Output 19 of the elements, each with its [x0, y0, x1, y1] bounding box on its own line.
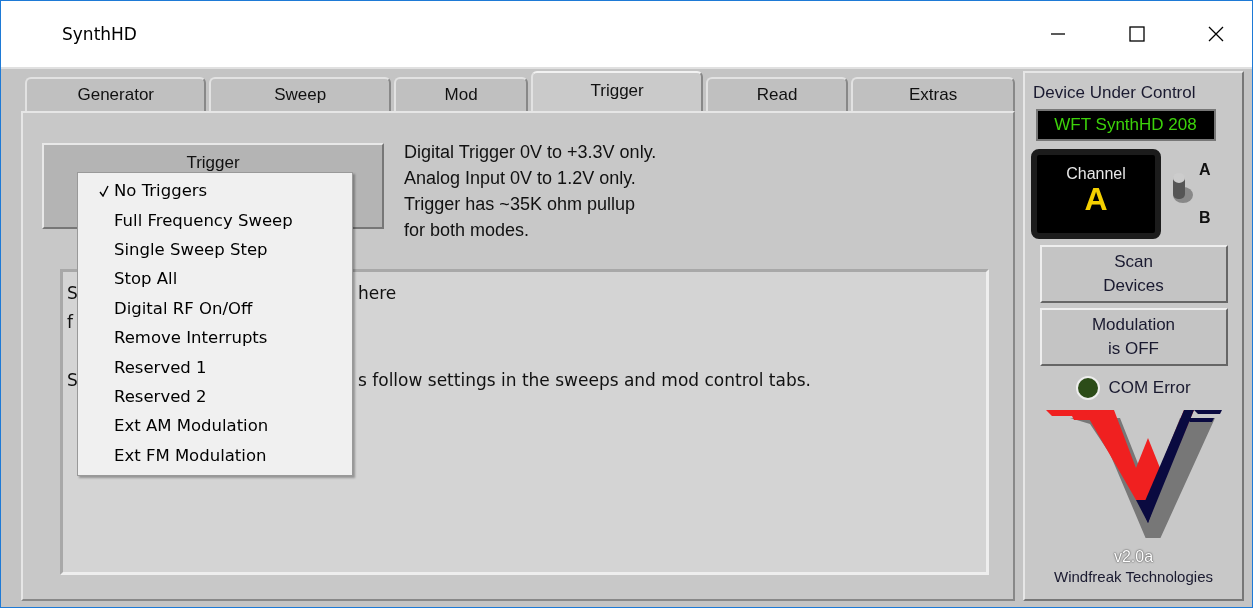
device-display: WFT SynthHD 208 — [1035, 109, 1216, 141]
switch-label: B — [1199, 209, 1211, 227]
window-title: SynthHD — [62, 24, 137, 44]
note-text: S — [67, 369, 79, 390]
status-label: COM Error — [1108, 378, 1191, 398]
panel-heading: Device Under Control — [1033, 83, 1196, 103]
switch-label: A — [1199, 161, 1211, 179]
info-text: Trigger has ~35K ohm pullup — [404, 193, 636, 216]
channel-value: A — [1084, 183, 1108, 215]
note-text: S — [67, 282, 79, 303]
note-text: here — [358, 282, 397, 303]
version-label: v2.0a — [1113, 548, 1154, 566]
info-text: Analog Input 0V to 1.2V only. — [404, 167, 637, 190]
info-text: Digital Trigger 0V to +3.3V only. — [404, 141, 657, 164]
note-text: s follow settings in the sweeps and mod control tabs. — [358, 369, 811, 390]
channel-label: Channel — [1066, 165, 1126, 183]
info-text: for both modes. — [404, 219, 531, 242]
company-label: Windfreak Technologies — [1054, 568, 1213, 585]
note-text: f — [67, 311, 75, 332]
